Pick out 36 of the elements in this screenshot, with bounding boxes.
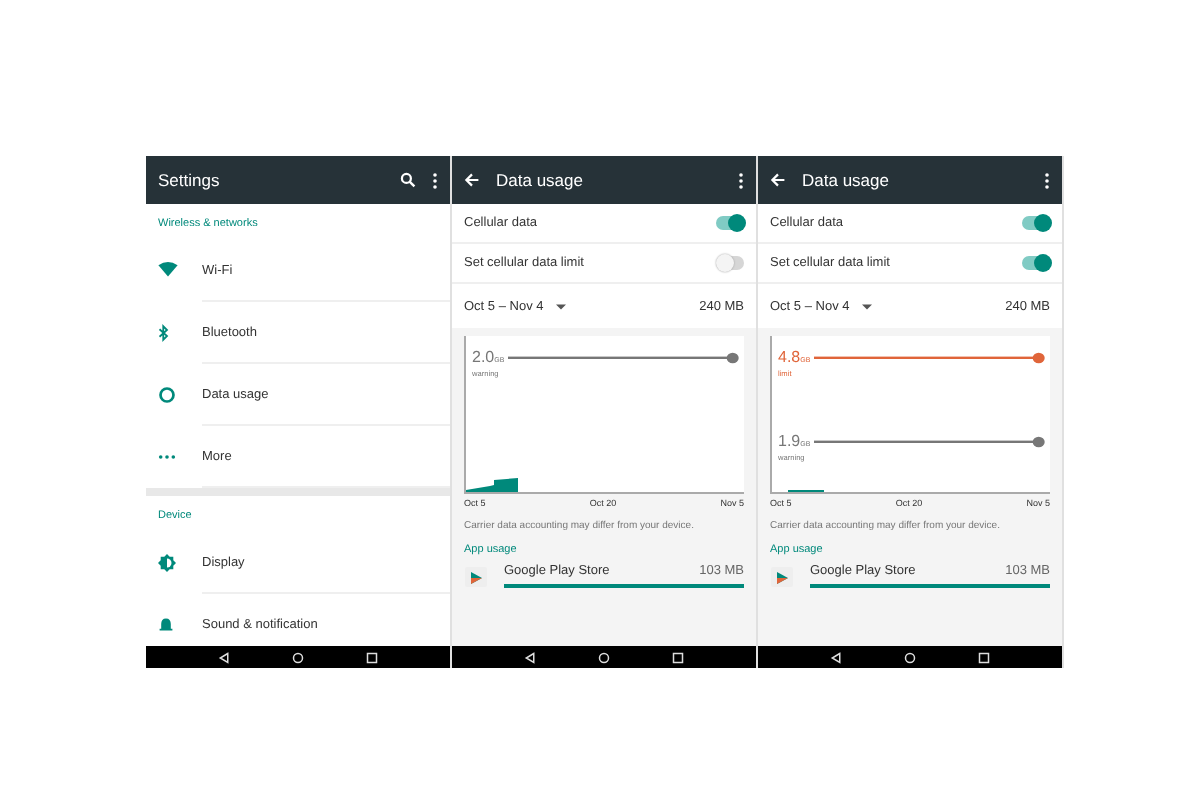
- recents-icon[interactable]: [672, 651, 685, 663]
- search-icon[interactable]: [400, 172, 416, 188]
- back-arrow-icon[interactable]: [464, 172, 480, 188]
- threshold-line[interactable]: [814, 436, 1046, 448]
- dropdown-caret-icon[interactable]: [555, 303, 566, 309]
- threshold-line[interactable]: [508, 352, 740, 364]
- screen-title: Data usage: [802, 170, 889, 190]
- toggle-switch[interactable]: [1022, 216, 1050, 230]
- more-icon[interactable]: [1044, 171, 1050, 189]
- wifi-icon: [158, 262, 178, 278]
- bluetooth-icon: [158, 323, 170, 341]
- back-icon[interactable]: [523, 651, 536, 663]
- dots-icon: [158, 453, 176, 459]
- threshold-line[interactable]: [814, 352, 1046, 364]
- more-icon[interactable]: [432, 171, 438, 189]
- toggle-switch[interactable]: [716, 216, 744, 230]
- play-store-icon: [770, 564, 794, 588]
- screen-title: Settings: [158, 170, 220, 190]
- toggle-switch[interactable]: [1022, 256, 1050, 270]
- recents-icon[interactable]: [366, 651, 379, 663]
- home-icon[interactable]: [597, 651, 610, 663]
- usage-graph: [466, 478, 518, 492]
- screen-title: Data usage: [496, 170, 583, 190]
- recents-icon[interactable]: [978, 651, 991, 663]
- back-icon[interactable]: [829, 651, 842, 663]
- home-icon[interactable]: [291, 651, 304, 663]
- home-icon[interactable]: [903, 651, 916, 663]
- bell-icon: [158, 616, 174, 632]
- ring-icon: [158, 385, 176, 403]
- back-arrow-icon[interactable]: [770, 172, 786, 188]
- back-icon[interactable]: [217, 651, 230, 663]
- toggle-switch[interactable]: [716, 256, 744, 270]
- play-store-icon: [464, 564, 488, 588]
- more-icon[interactable]: [738, 171, 744, 189]
- dropdown-caret-icon[interactable]: [861, 303, 872, 309]
- brightness-icon: [158, 553, 176, 571]
